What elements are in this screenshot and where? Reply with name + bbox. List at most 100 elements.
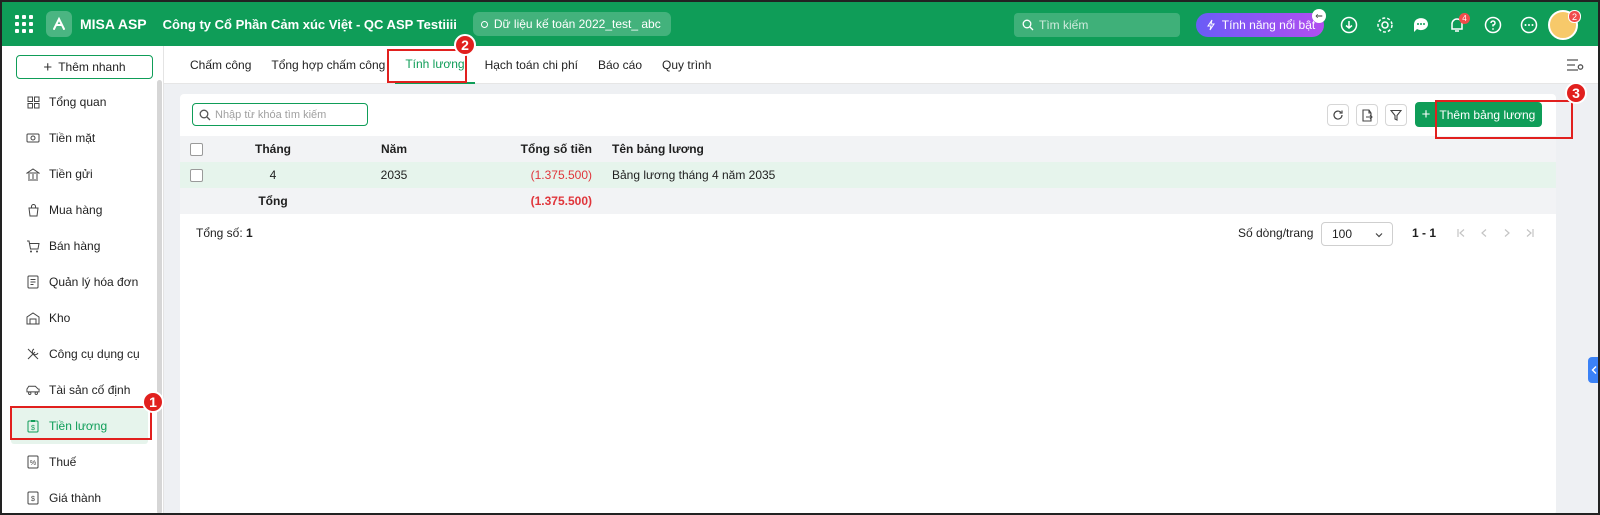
side-panel-toggle[interactable]	[1588, 357, 1598, 383]
total-value: (1.375.500)	[530, 194, 592, 208]
cell-year: 2035	[380, 168, 408, 182]
help-icon[interactable]	[1480, 12, 1506, 38]
column-settings-icon[interactable]	[1566, 58, 1584, 75]
sidebar-item-tai-san-co-dinh[interactable]: Tài sản cố định	[2, 372, 162, 408]
sidebar-item-label: Tài sản cố định	[49, 383, 131, 397]
refresh-icon	[1333, 110, 1343, 120]
filter-button[interactable]	[1385, 104, 1407, 126]
vehicle-icon	[26, 383, 40, 397]
highlight-tab-tinh-luong	[387, 49, 467, 83]
prev-page-icon[interactable]	[1477, 226, 1491, 240]
step-marker-3: 3	[1565, 82, 1587, 104]
featured-features-button[interactable]: Tính năng nổi bật	[1196, 13, 1324, 37]
database-label: Dữ liệu kế toán 2022_test_ abc	[493, 17, 661, 31]
sidebar-item-label: Quản lý hóa đơn	[49, 275, 139, 289]
sidebar: + Thêm nhanh Tổng quan Tiền mặt Tiền gửi…	[2, 46, 164, 513]
database-selector[interactable]: Dữ liệu kế toán 2022_test_ abc	[472, 12, 671, 36]
global-search[interactable]: Tìm kiếm	[1014, 13, 1180, 37]
plus-icon: +	[43, 58, 53, 76]
column-header-total[interactable]: Tổng số tiền	[454, 136, 602, 162]
rows-per-page-select[interactable]: 100	[1321, 222, 1393, 246]
row-checkbox[interactable]	[189, 169, 203, 183]
sidebar-item-cong-cu-dung-cu[interactable]: Công cụ dụng cụ	[2, 336, 162, 372]
sidebar-item-label: Kho	[49, 311, 71, 325]
cost-icon: $	[26, 491, 40, 505]
tools-icon	[26, 347, 40, 361]
download-icon[interactable]	[1336, 12, 1362, 38]
pagination-bar: Tổng số: 1 Số dòng/trang 100 1 - 1	[180, 222, 1556, 246]
select-all-checkbox[interactable]	[189, 143, 203, 157]
sidebar-item-quan-ly-hoa-don[interactable]: Quản lý hóa đơn	[2, 264, 162, 300]
svg-text:%: %	[30, 460, 36, 467]
sidebar-item-kho[interactable]: Kho	[2, 300, 162, 336]
sidebar-item-ban-hang[interactable]: Bán hàng	[2, 228, 162, 264]
page-range: 1 - 1	[1412, 226, 1437, 240]
list-search[interactable]	[192, 103, 368, 126]
tax-icon: %	[26, 455, 40, 469]
table-row[interactable]: 4 2035 (1.375.500) Bảng lương tháng 4 nă…	[180, 162, 1556, 188]
sidebar-item-gia-thanh[interactable]: $ Giá thành	[2, 480, 162, 513]
highlight-sidebar-tien-luong	[10, 406, 152, 440]
sidebar-scrollbar[interactable]	[157, 80, 162, 513]
chevron-down-icon	[1375, 233, 1383, 238]
tab-tong-hop-cham-cong[interactable]: Tổng hợp chấm công	[261, 46, 395, 84]
more-icon[interactable]	[1516, 12, 1542, 38]
step-marker-2: 2	[454, 34, 476, 56]
cell-total: (1.375.500)	[530, 168, 592, 182]
tab-bao-cao[interactable]: Báo cáo	[588, 46, 652, 84]
sidebar-item-thue[interactable]: % Thuế	[2, 444, 162, 480]
sidebar-item-label: Giá thành	[49, 491, 102, 505]
global-search-placeholder: Tìm kiếm	[1039, 18, 1089, 32]
rows-per-page-value: 100	[1332, 227, 1353, 241]
bell-icon[interactable]: 4	[1444, 12, 1470, 38]
chevron-left-icon	[1591, 366, 1597, 374]
right-rail	[1556, 94, 1596, 513]
cell-month: 4	[269, 168, 277, 182]
tab-cham-cong[interactable]: Chấm công	[180, 46, 261, 84]
sidebar-item-tong-quan[interactable]: Tổng quan	[2, 84, 162, 120]
invoice-icon	[26, 275, 40, 289]
column-header-name[interactable]: Tên bảng lương	[602, 136, 1556, 162]
last-page-icon[interactable]	[1523, 226, 1537, 240]
export-icon	[1362, 108, 1373, 122]
rows-per-page-label: Số dòng/trang	[1238, 226, 1314, 240]
export-button[interactable]	[1356, 104, 1378, 126]
gear-icon[interactable]	[1372, 12, 1398, 38]
next-page-icon[interactable]	[1500, 226, 1514, 240]
column-header-year[interactable]: Năm	[334, 136, 454, 162]
company-name[interactable]: Công ty Cổ Phần Cảm xúc Việt - QC ASP Te…	[163, 17, 457, 32]
chat-icon[interactable]	[1408, 12, 1434, 38]
tab-bar: Chấm công Tổng hợp chấm công Tính lương …	[164, 46, 1598, 84]
list-search-input[interactable]	[215, 108, 355, 121]
first-page-icon[interactable]	[1454, 226, 1468, 240]
sidebar-item-tien-gui[interactable]: Tiền gửi	[2, 156, 162, 192]
cell-payroll-name[interactable]: Bảng lương tháng 4 năm 2035	[602, 162, 1556, 188]
column-header-month[interactable]: Tháng	[212, 136, 334, 162]
highlight-add-payroll	[1435, 100, 1573, 139]
record-count-value: 1	[246, 226, 253, 240]
step-marker-1: 1	[142, 391, 164, 413]
quick-add-button[interactable]: + Thêm nhanh	[16, 55, 153, 79]
app-name: MISA ASP	[80, 16, 147, 32]
warehouse-icon	[26, 311, 40, 325]
search-icon	[199, 109, 211, 120]
sidebar-item-mua-hang[interactable]: Mua hàng	[2, 192, 162, 228]
refresh-button[interactable]	[1327, 104, 1349, 126]
apps-grid-icon[interactable]	[2, 2, 46, 46]
tab-quy-trinh[interactable]: Quy trình	[652, 46, 721, 84]
search-icon	[1022, 19, 1034, 31]
filter-icon	[1390, 109, 1402, 121]
record-count: Tổng số: 1	[196, 226, 253, 240]
sidebar-item-label: Công cụ dụng cụ	[49, 347, 140, 361]
record-count-label: Tổng số:	[196, 226, 243, 240]
cart-icon	[26, 239, 40, 253]
sidebar-item-label: Tổng quan	[49, 95, 107, 109]
notification-count-badge: 4	[1459, 13, 1470, 24]
sidebar-item-tien-mat[interactable]: Tiền mặt	[2, 120, 162, 156]
sidebar-item-label: Thuế	[49, 455, 77, 469]
plus-icon: +	[1421, 106, 1431, 123]
sidebar-nav: Tổng quan Tiền mặt Tiền gửi Mua hàng Bán…	[2, 84, 162, 513]
payroll-list-panel: + Thêm bảng lương Tháng Năm Tổng số tiền…	[180, 94, 1556, 513]
tab-hach-toan-chi-phi[interactable]: Hạch toán chi phí	[475, 46, 588, 84]
back-arrow-icon[interactable]: ⇐	[1312, 9, 1326, 23]
